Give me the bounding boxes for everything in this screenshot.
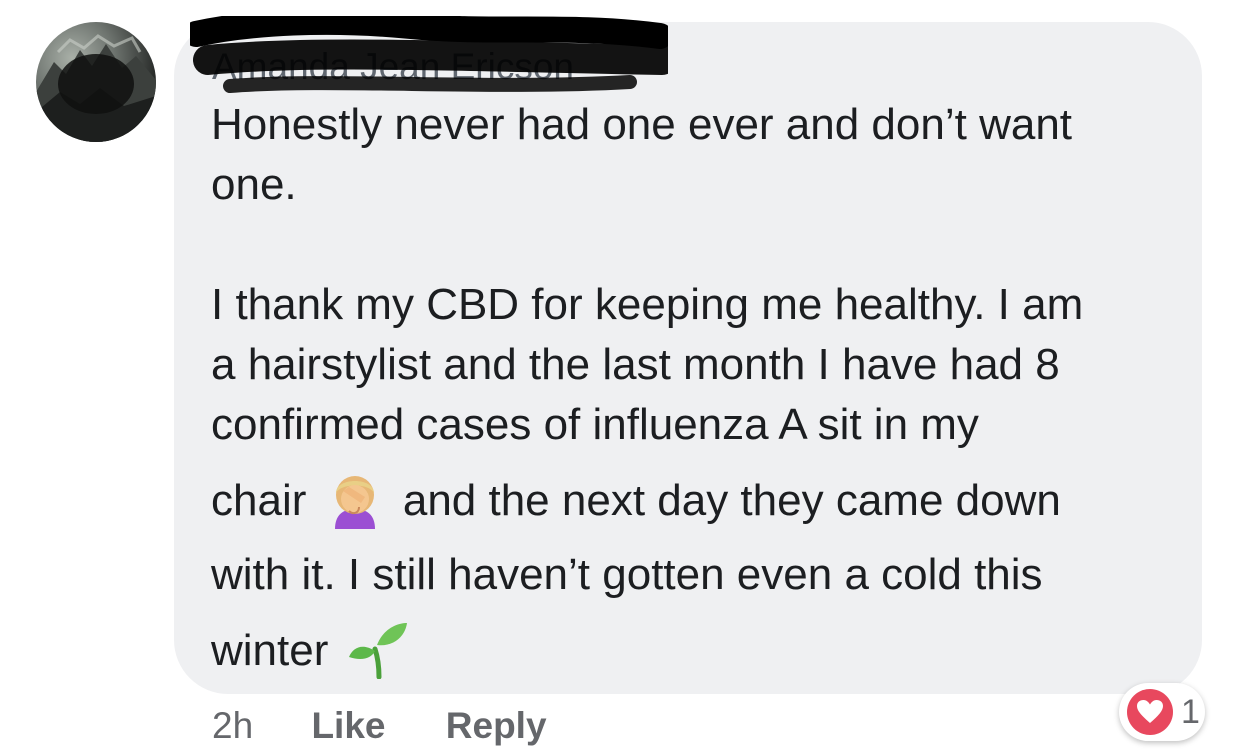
person-facepalming-emoji	[325, 469, 385, 545]
like-button[interactable]: Like	[311, 705, 385, 746]
comment-paragraph: I thank my CBD for keeping me healthy. I…	[211, 275, 1186, 455]
comment-line: a hairstylist and the last month I have …	[211, 340, 1060, 389]
reaction-count: 1	[1181, 692, 1200, 731]
comment-line: winter	[211, 626, 329, 675]
avatar-image	[36, 34, 156, 142]
reply-button[interactable]: Reply	[446, 705, 547, 746]
seedling-emoji	[347, 619, 409, 695]
comment-paragraph: Honestly never had one ever and don’t wa…	[211, 95, 1186, 215]
reaction-summary[interactable]: 1	[1119, 683, 1205, 741]
avatar[interactable]	[36, 22, 156, 142]
comment-actions: 2h Like Reply	[212, 700, 597, 752]
comment-line: chair	[211, 476, 307, 525]
comment-body: Honestly never had one ever and don’t wa…	[211, 95, 1186, 695]
comment-line: one.	[211, 160, 297, 209]
heart-icon	[1127, 689, 1173, 735]
comment-line: Honestly never had one ever and don’t wa…	[211, 100, 1073, 149]
comment-line: confirmed cases of influenza A sit in my	[211, 400, 979, 449]
comment-author[interactable]: Amanda Jean Ericson	[212, 44, 574, 90]
comment-screen: Amanda Jean Ericson Honestly never had o…	[0, 0, 1241, 752]
comment-paragraph: winter	[211, 619, 1186, 695]
comment-timestamp[interactable]: 2h	[212, 705, 253, 746]
comment-line: with it. I still haven’t gotten even a c…	[211, 550, 1043, 599]
comment-paragraph: chair and the next day they came down wi…	[211, 469, 1186, 605]
comment-line: I thank my CBD for keeping me healthy. I…	[211, 280, 1084, 329]
comment-line: and the next day they came down	[402, 476, 1061, 525]
